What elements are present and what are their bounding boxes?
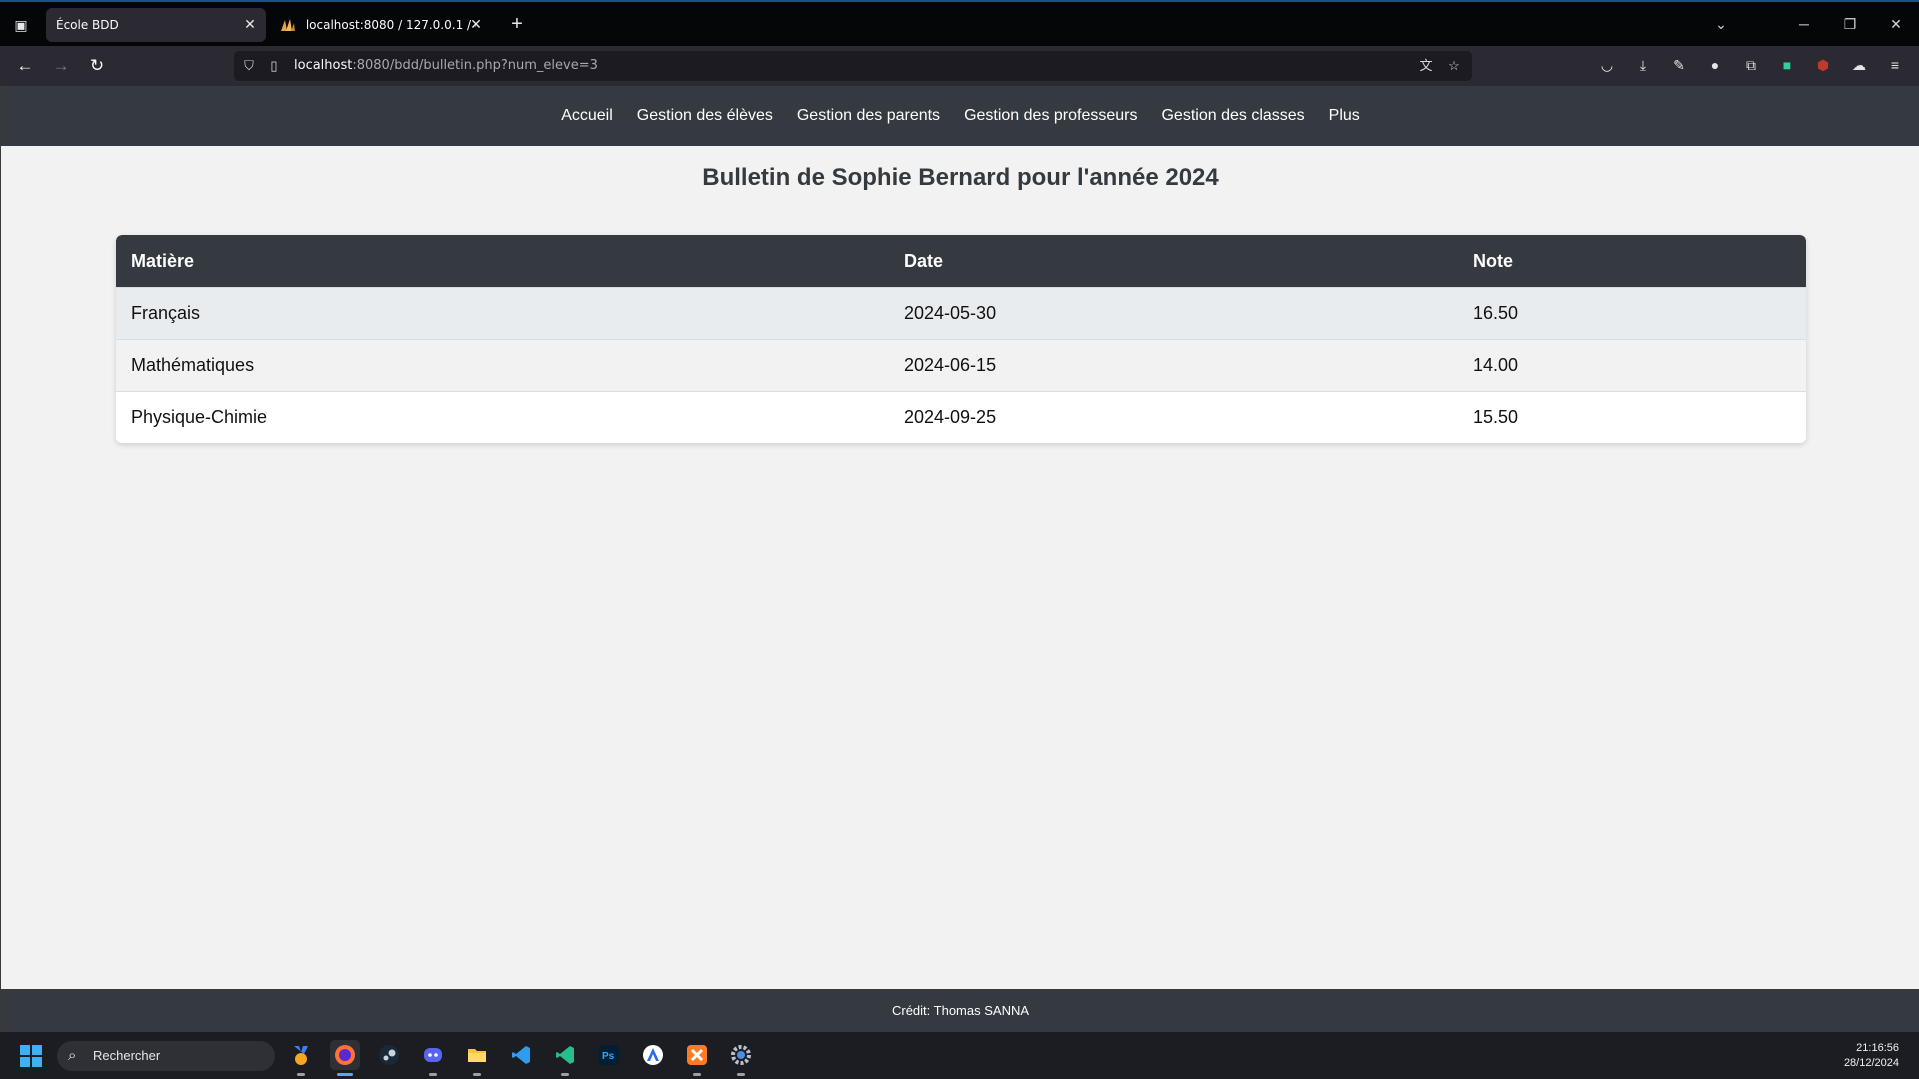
download-icon[interactable]: ⤓	[1633, 55, 1653, 75]
extension-cloud-icon[interactable]: ☁	[1849, 55, 1869, 75]
nav-accueil[interactable]: Accueil	[549, 86, 625, 146]
photoshop-icon[interactable]: Ps	[594, 1040, 624, 1070]
vscode-insiders-icon[interactable]	[550, 1040, 580, 1076]
steam-icon[interactable]	[374, 1040, 404, 1070]
running-indicator	[561, 1073, 569, 1076]
new-tab-icon[interactable]: +	[505, 12, 529, 36]
account-icon[interactable]: ●	[1705, 55, 1725, 75]
clock-date: 28/12/2024	[1843, 1057, 1899, 1069]
table-row: Physique-Chimie 2024-09-25 15.50	[116, 391, 1806, 443]
tab-phpmyadmin[interactable]: localhost:8080 / 127.0.0.1 / ecol ✕	[274, 8, 492, 42]
cell-date: 2024-09-25	[889, 391, 1458, 443]
url-path: :8080/bdd/bulletin.php?num_eleve=3	[352, 58, 598, 73]
cell-note: 16.50	[1458, 287, 1806, 339]
extensions-icon[interactable]: ⧉	[1741, 55, 1761, 75]
xampp-icon[interactable]	[682, 1040, 712, 1076]
shield-icon[interactable]: ⛉	[240, 57, 258, 75]
nav-gestion-classes[interactable]: Gestion des classes	[1149, 86, 1316, 146]
windows-taskbar: ⌕ Rechercher Ps 21:16:56 28/12/2024	[0, 1032, 1919, 1079]
page-title: Bulletin de Sophie Bernard pour l'année …	[702, 164, 1219, 191]
app-a-icon[interactable]	[638, 1040, 668, 1070]
running-indicator	[429, 1073, 437, 1076]
menu-icon[interactable]: ≡	[1885, 55, 1905, 75]
cell-matiere: Français	[116, 287, 889, 339]
restore-icon[interactable]: ❐	[1838, 12, 1862, 36]
url-host: localhost	[294, 58, 353, 73]
site-footer: Crédit: Thomas SANNA	[1, 989, 1919, 1032]
list-all-tabs-icon[interactable]: ⌄	[1709, 12, 1733, 36]
settings-gear-icon[interactable]	[726, 1040, 756, 1076]
tab-title: École BDD	[56, 18, 119, 32]
site-header: Accueil Gestion des élèves Gestion des p…	[1, 86, 1919, 146]
table-row: Mathématiques 2024-06-15 14.00	[116, 339, 1806, 391]
vscode-icon[interactable]	[506, 1040, 536, 1070]
running-indicator	[737, 1073, 745, 1076]
translate-icon[interactable]: 文	[1417, 57, 1435, 75]
back-icon[interactable]: ←	[13, 54, 37, 78]
phpmyadmin-icon	[281, 18, 295, 31]
close-window-icon[interactable]: ✕	[1884, 12, 1908, 36]
minimize-icon[interactable]: ─	[1792, 12, 1816, 36]
close-tab-icon[interactable]: ✕	[242, 8, 258, 42]
running-indicator	[693, 1073, 701, 1076]
site-nav: Accueil Gestion des élèves Gestion des p…	[1, 86, 1919, 146]
nav-gestion-professeurs[interactable]: Gestion des professeurs	[952, 86, 1149, 146]
tab-list-icon[interactable]: ▣	[10, 14, 32, 36]
cell-matiere: Physique-Chimie	[116, 391, 889, 443]
svg-text:Ps: Ps	[602, 1051, 615, 1062]
nav-gestion-eleves[interactable]: Gestion des élèves	[625, 86, 785, 146]
firefox-icon[interactable]	[330, 1040, 360, 1076]
running-indicator	[473, 1073, 481, 1076]
header-matiere: Matière	[116, 235, 889, 287]
windows-start-icon[interactable]	[20, 1045, 42, 1067]
browser-navigation-bar: ← → ↻ ⛉ ▯ localhost:8080/bdd/bulletin.ph…	[0, 46, 1919, 86]
clock-time: 21:16:56	[1856, 1042, 1899, 1054]
browser-tab-bar: ▣ École BDD ✕ localhost:8080 / 127.0.0.1…	[0, 0, 1919, 46]
cell-matiere: Mathématiques	[116, 339, 889, 391]
url-text[interactable]: localhost:8080/bdd/bulletin.php?num_elev…	[294, 51, 598, 81]
page-viewport: Accueil Gestion des élèves Gestion des p…	[0, 86, 1919, 1032]
header-date: Date	[889, 235, 1458, 287]
reload-icon[interactable]: ↻	[85, 54, 109, 78]
bookmark-star-icon[interactable]: ☆	[1445, 57, 1463, 75]
cell-note: 14.00	[1458, 339, 1806, 391]
close-tab-icon[interactable]: ✕	[468, 8, 484, 42]
pocket-icon[interactable]: ◡	[1597, 55, 1617, 75]
running-indicator	[337, 1073, 353, 1076]
discord-icon[interactable]	[418, 1040, 448, 1076]
devtools-wrench-icon[interactable]: ✎	[1669, 55, 1689, 75]
table-row: Français 2024-05-30 16.50	[116, 287, 1806, 339]
nav-plus[interactable]: Plus	[1317, 86, 1372, 146]
grades-table: Matière Date Note Français 2024-05-30 16…	[116, 235, 1806, 443]
nav-gestion-parents[interactable]: Gestion des parents	[785, 86, 952, 146]
extension-green-icon[interactable]: ■	[1777, 55, 1797, 75]
running-indicator	[297, 1073, 305, 1076]
taskbar-search[interactable]: ⌕ Rechercher	[57, 1041, 275, 1071]
cell-date: 2024-06-15	[889, 339, 1458, 391]
forward-icon[interactable]: →	[49, 54, 73, 78]
page-info-icon[interactable]: ▯	[265, 57, 283, 75]
cell-date: 2024-05-30	[889, 287, 1458, 339]
search-icon: ⌕	[68, 1047, 77, 1064]
ublock-icon[interactable]: ⬢	[1813, 55, 1833, 75]
system-clock[interactable]: 21:16:56 28/12/2024	[1844, 1041, 1899, 1071]
table-header-row: Matière Date Note	[116, 235, 1806, 287]
file-explorer-icon[interactable]	[462, 1040, 492, 1076]
search-placeholder: Rechercher	[93, 1048, 161, 1063]
tab-title: localhost:8080 / 127.0.0.1 / ecol	[305, 18, 476, 32]
header-note: Note	[1458, 235, 1806, 287]
cell-note: 15.50	[1458, 391, 1806, 443]
tab-ecole-bdd[interactable]: École BDD ✕	[46, 8, 266, 42]
medal-app-icon[interactable]	[286, 1040, 316, 1076]
url-bar[interactable]: ⛉ ▯ localhost:8080/bdd/bulletin.php?num_…	[234, 51, 1472, 81]
